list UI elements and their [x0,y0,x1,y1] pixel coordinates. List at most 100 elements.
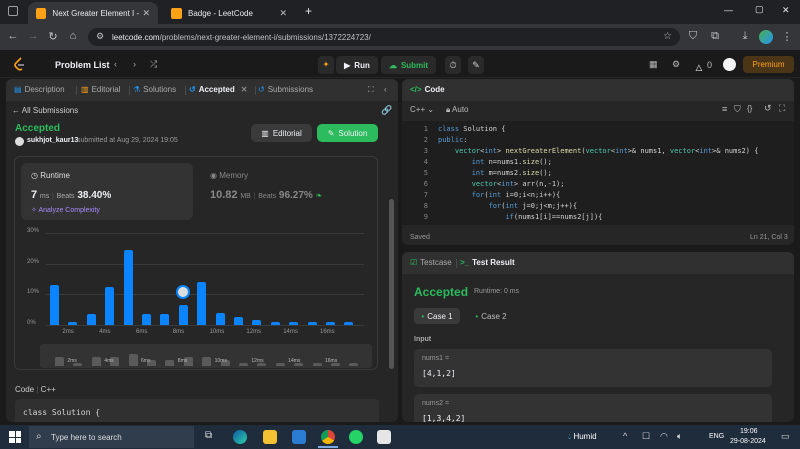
chart-bar[interactable] [105,286,115,325]
extension-shield-icon[interactable]: ⛉ [686,30,700,43]
site-info-icon[interactable]: ⚙ [96,31,104,42]
notification-center-icon[interactable]: ▭ [781,431,790,442]
close-window-button[interactable]: ✕ [782,5,790,16]
chrome-icon[interactable] [321,430,335,444]
timer-icon[interactable]: ⏱ [445,56,461,74]
tab-testcase[interactable]: ☑ Testcase [410,258,452,267]
memory-header[interactable]: ◉ Memory [210,171,248,180]
extensions-puzzle-icon[interactable]: ⧉ [708,30,722,43]
wifi-icon[interactable]: ◠ [660,431,668,442]
chart-bar[interactable] [307,321,317,325]
braces-icon[interactable]: {} [747,104,752,113]
chart-bar[interactable] [326,321,335,325]
new-tab-button[interactable]: + [305,4,312,18]
tab-test-result[interactable]: >_ Test Result [460,258,515,267]
tab-solutions[interactable]: ⚗ Solutions [133,85,176,94]
chart-bar[interactable] [197,282,207,325]
browser-tab-active[interactable]: Next Greater Element I - LeetC ✕ [28,2,158,24]
taskbar-search-box[interactable]: ⌕ Type here to search [29,426,194,448]
analyze-complexity-link[interactable]: ✧ Analyze Complexity [31,206,100,214]
autocomplete-toggle[interactable]: 🔒︎ Auto [446,105,469,115]
address-bar[interactable]: ⚙ leetcode.com/problems/next-greater-ele… [88,28,680,46]
notes-icon[interactable]: ✎ [468,56,484,74]
tab-search-icon[interactable] [8,6,18,16]
download-icon[interactable]: ⤓ [738,30,752,43]
reset-code-icon[interactable]: ↺ [764,103,772,114]
chart-bar[interactable] [68,321,78,325]
collapse-panel-icon[interactable]: ‹ [384,85,387,94]
edge-browser-icon[interactable] [233,430,247,444]
chart-bar[interactable] [123,249,133,325]
user-avatar[interactable] [723,58,736,71]
debugger-button[interactable]: ✦ [318,56,334,74]
tab-submissions[interactable]: ↺ Submissions [258,85,313,94]
editorial-button[interactable]: ▥ Editorial [251,124,312,142]
solution-button[interactable]: ✎ Solution [317,124,378,142]
shuffle-icon[interactable]: ⤮ [150,59,157,70]
chart-bar[interactable] [86,314,96,325]
fullscreen-icon[interactable]: ⛶ [779,103,785,114]
chart-bar[interactable] [289,321,299,325]
run-button[interactable]: ▶ Run [336,56,378,74]
editor-tab[interactable]: </> Code [410,85,445,94]
chart-bar[interactable] [344,321,354,325]
language-select[interactable]: C++ ⌄ [410,105,434,114]
clock-date[interactable]: 29-08-2024 [730,438,766,445]
chart-bar[interactable] [234,317,243,325]
problem-list-link[interactable]: Problem List [55,60,110,70]
windows-start-icon[interactable] [9,431,21,443]
reload-icon[interactable]: ↻ [46,30,60,43]
back-arrow-icon[interactable]: ← [6,30,20,42]
expand-panel-icon[interactable]: ⛶ [368,85,374,95]
browser-menu-icon[interactable]: ⋮ [780,30,794,43]
share-link-icon[interactable]: 🔗 [381,105,392,116]
tray-chevron-up-icon[interactable]: ^ [623,431,627,441]
layout-grid-icon[interactable]: ▦ [649,59,658,70]
fire-streak-icon[interactable]: 🜂 [695,59,703,77]
premium-button[interactable]: Premium [743,56,794,73]
back-to-submissions[interactable]: ← All Submissions [12,106,78,115]
case-1-tab[interactable]: • Case 1 [414,308,460,324]
chart-bar[interactable] [270,321,280,325]
forward-arrow-icon[interactable]: → [26,30,40,42]
close-tab-icon[interactable]: ✕ [142,8,150,19]
file-explorer-icon[interactable] [263,430,277,444]
next-problem-icon[interactable]: › [133,59,136,69]
browser-tab[interactable]: Badge - LeetCode ✕ [163,2,295,24]
prev-problem-icon[interactable]: ‹ [114,59,117,69]
notification-count[interactable]: 0 [707,60,712,70]
settings-gear-icon[interactable]: ⚙ [672,59,680,70]
submit-button[interactable]: ☁ Submit [381,56,436,74]
store-icon[interactable] [377,430,391,444]
scrollbar-thumb[interactable] [389,199,394,369]
case-2-tab[interactable]: • Case 2 [468,308,514,324]
tab-accepted[interactable]: ↺ Accepted ✕ [189,85,247,94]
task-view-icon[interactable]: ⧉ [205,430,212,441]
chart-bar[interactable] [160,314,170,325]
chart-bar[interactable] [215,312,225,325]
maximize-button[interactable]: ▢ [755,4,764,15]
leetcode-logo-icon[interactable] [13,57,25,71]
minimize-button[interactable]: — [724,5,733,15]
tab-editorial[interactable]: ▥ Editorial [81,85,120,94]
input-language[interactable]: ENG [709,433,724,440]
bookmark-icon[interactable]: ⛉ [734,104,741,115]
tab-description[interactable]: ▤ Description [14,85,65,94]
chart-bar[interactable] [50,285,59,325]
close-tab-icon[interactable]: ✕ [279,8,287,19]
chart-bar[interactable] [142,314,151,325]
bookmark-star-icon[interactable]: ☆ [663,31,672,42]
clock-time[interactable]: 19:06 [740,428,758,435]
format-icon[interactable]: ≡ [722,104,727,114]
submitter-username[interactable]: sukhjot_kaur13 [27,137,78,144]
minimap-chart[interactable]: 2ms 4ms 6ms 8ms 10ms 12ms 14ms 16ms [40,344,372,368]
network-icon[interactable]: ☐ [642,431,650,442]
volume-icon[interactable]: 🔈︎ [677,431,682,442]
whatsapp-icon[interactable] [349,430,363,444]
mail-icon[interactable] [292,430,306,444]
profile-avatar[interactable] [759,30,773,44]
code-area[interactable]: 1 class Solution {2 public: 3 vector<int> n… [402,121,794,225]
chart-bar[interactable] [252,320,262,325]
chart-bar[interactable] [178,305,188,325]
home-icon[interactable]: ⌂ [66,30,80,42]
